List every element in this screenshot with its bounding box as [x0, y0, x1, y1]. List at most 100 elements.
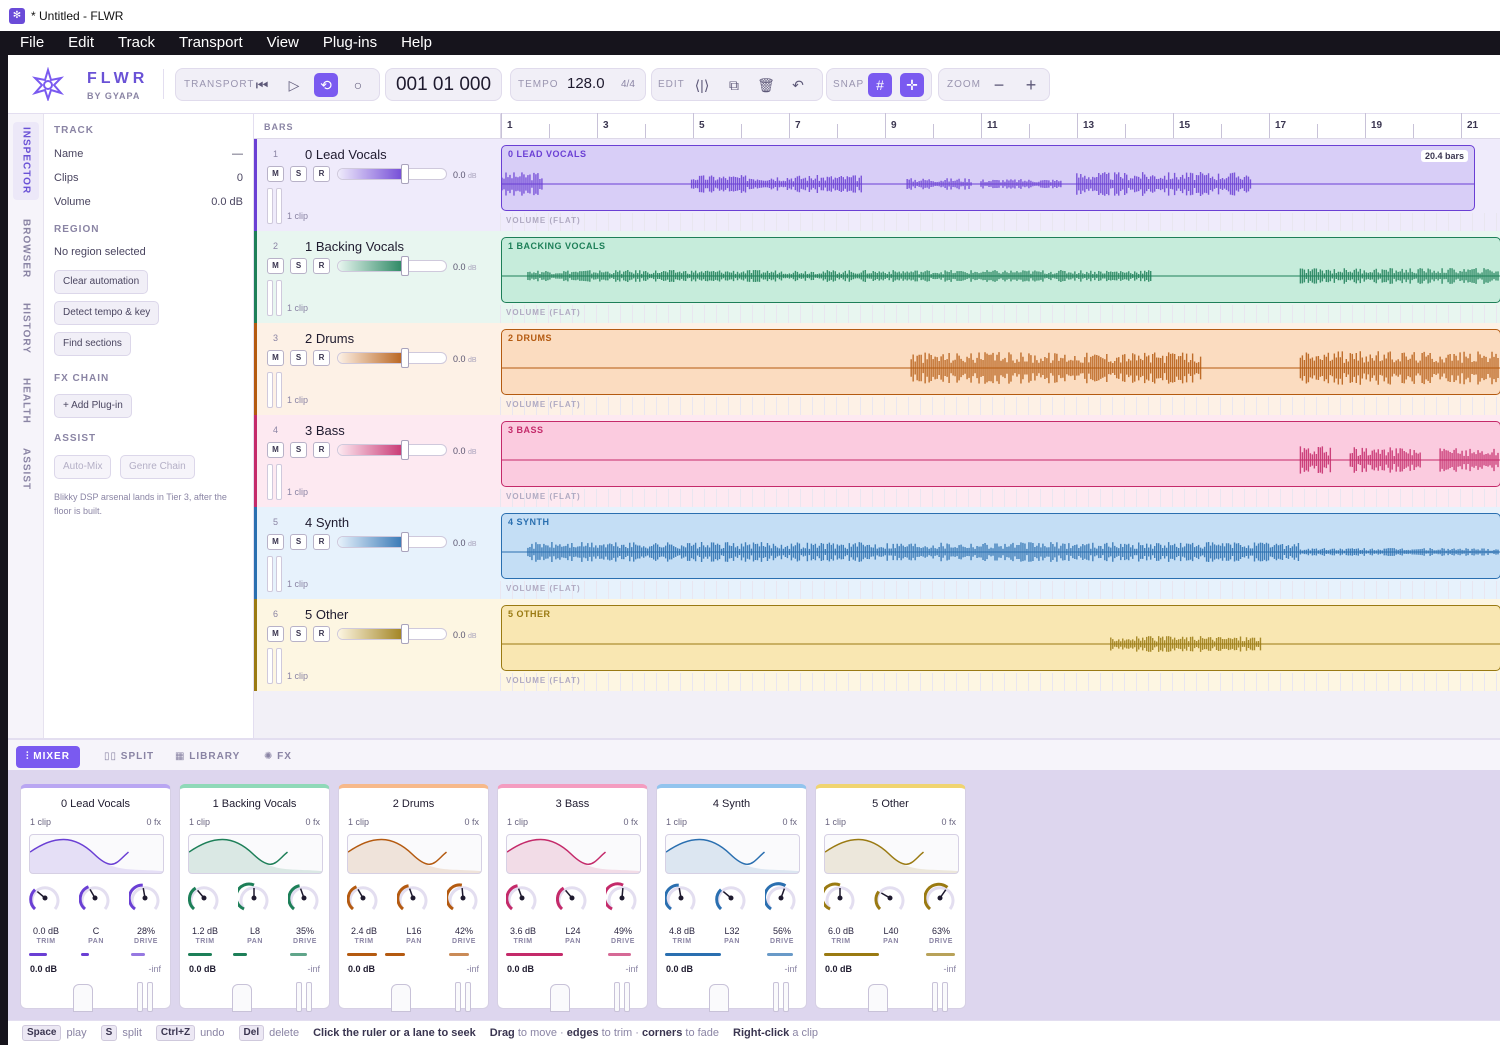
tab-browser[interactable]: BROWSER: [13, 214, 39, 284]
solo-button[interactable]: S: [290, 350, 307, 366]
play-icon[interactable]: ▷: [282, 73, 306, 97]
pan-knob[interactable]: [874, 882, 906, 916]
track-name[interactable]: 2 Drums: [305, 331, 354, 346]
audio-clip[interactable]: 0 LEAD VOCALS 20.4 bars: [501, 145, 1475, 211]
tab-inspector[interactable]: INSPECTOR: [13, 122, 39, 200]
volume-fader[interactable]: [337, 444, 447, 456]
tab-mixer[interactable]: ⫶ MIXER: [16, 746, 80, 768]
fader-handle[interactable]: [401, 624, 409, 644]
drive-knob[interactable]: [288, 882, 320, 916]
track-lane[interactable]: 2 DRUMS VOLUME (FLAT): [500, 323, 1500, 415]
solo-button[interactable]: S: [290, 534, 307, 550]
drive-knob[interactable]: [129, 882, 161, 916]
mute-button[interactable]: M: [267, 166, 284, 182]
automation-lane[interactable]: VOLUME (FLAT): [500, 581, 1500, 599]
track-header[interactable]: 3 2 Drums M S R 0.0 dB 1 clip: [254, 323, 500, 415]
automation-lane[interactable]: VOLUME (FLAT): [500, 305, 1500, 323]
drive-knob[interactable]: [606, 882, 638, 916]
grid-snap-icon[interactable]: #: [868, 73, 892, 97]
solo-button[interactable]: S: [290, 166, 307, 182]
track-header[interactable]: 2 1 Backing Vocals M S R 0.0 dB 1 clip: [254, 231, 500, 323]
record-arm-button[interactable]: R: [313, 350, 330, 366]
menu-track[interactable]: Track: [106, 31, 167, 55]
eq-curve[interactable]: [824, 834, 959, 874]
time-signature[interactable]: 4/4: [621, 79, 635, 90]
loop-icon[interactable]: ⟲: [314, 73, 338, 97]
track-header[interactable]: 1 0 Lead Vocals M S R 0.0 dB 1 clip: [254, 139, 500, 231]
strip-fader[interactable]: [868, 984, 888, 1012]
trim-knob[interactable]: [188, 882, 220, 916]
track-lane[interactable]: 0 LEAD VOCALS 20.4 bars VOLUME (FLAT): [500, 139, 1500, 231]
tempo-value[interactable]: 128.0: [567, 75, 605, 92]
fader-handle[interactable]: [401, 164, 409, 184]
trim-knob[interactable]: [29, 882, 61, 916]
menu-help[interactable]: Help: [389, 31, 444, 55]
drive-knob[interactable]: [447, 882, 479, 916]
volume-fader[interactable]: [337, 260, 447, 272]
fader-handle[interactable]: [401, 532, 409, 552]
tab-history[interactable]: HISTORY: [13, 296, 39, 360]
mute-button[interactable]: M: [267, 258, 284, 274]
trim-knob[interactable]: [665, 882, 697, 916]
menu-file[interactable]: File: [8, 31, 56, 55]
clear-automation-button[interactable]: Clear automation: [54, 270, 149, 294]
trash-icon[interactable]: 🗑: [754, 73, 778, 97]
eq-curve[interactable]: [347, 834, 482, 874]
volume-fader[interactable]: [337, 352, 447, 364]
undo-icon[interactable]: ↶: [786, 73, 810, 97]
fader-handle[interactable]: [401, 440, 409, 460]
menu-plugins[interactable]: Plug-ins: [311, 31, 389, 55]
strip-fader[interactable]: [709, 984, 729, 1012]
track-header[interactable]: 5 4 Synth M S R 0.0 dB 1 clip: [254, 507, 500, 599]
record-arm-button[interactable]: R: [313, 258, 330, 274]
track-name[interactable]: 5 Other: [305, 607, 348, 622]
automation-lane[interactable]: VOLUME (FLAT): [500, 213, 1500, 231]
record-arm-button[interactable]: R: [313, 166, 330, 182]
eq-curve[interactable]: [188, 834, 323, 874]
audio-clip[interactable]: 5 OTHER: [501, 605, 1500, 671]
record-arm-button[interactable]: R: [313, 534, 330, 550]
auto-mix-button[interactable]: Auto-Mix: [54, 455, 112, 479]
track-header[interactable]: 6 5 Other M S R 0.0 dB 1 clip: [254, 599, 500, 691]
duplicate-icon[interactable]: ⧉: [722, 73, 746, 97]
pan-knob[interactable]: [238, 882, 270, 916]
tab-library[interactable]: ▦ LIBRARY: [165, 746, 250, 768]
fader-handle[interactable]: [401, 348, 409, 368]
audio-clip[interactable]: 4 SYNTH: [501, 513, 1500, 579]
track-name[interactable]: 1 Backing Vocals: [305, 239, 404, 254]
genre-chain-button[interactable]: Genre Chain: [120, 455, 195, 479]
drive-knob[interactable]: [924, 882, 956, 916]
solo-button[interactable]: S: [290, 626, 307, 642]
trim-knob[interactable]: [506, 882, 538, 916]
menu-transport[interactable]: Transport: [167, 31, 255, 55]
track-name[interactable]: 3 Bass: [305, 423, 345, 438]
volume-fader[interactable]: [337, 628, 447, 640]
tab-split[interactable]: ▯▯ SPLIT: [94, 746, 164, 768]
track-name[interactable]: 0 Lead Vocals: [305, 147, 387, 162]
pan-knob[interactable]: [397, 882, 429, 916]
track-lane[interactable]: 3 BASS VOLUME (FLAT): [500, 415, 1500, 507]
strip-fader[interactable]: [232, 984, 252, 1012]
pan-knob[interactable]: [79, 882, 111, 916]
zoom-out-button[interactable]: −: [987, 73, 1011, 97]
eq-curve[interactable]: [506, 834, 641, 874]
audio-clip[interactable]: 1 BACKING VOCALS: [501, 237, 1500, 303]
strip-fader[interactable]: [73, 984, 93, 1012]
mute-button[interactable]: M: [267, 442, 284, 458]
audio-clip[interactable]: 3 BASS: [501, 421, 1500, 487]
automation-lane[interactable]: VOLUME (FLAT): [500, 397, 1500, 415]
mute-button[interactable]: M: [267, 626, 284, 642]
fader-handle[interactable]: [401, 256, 409, 276]
automation-lane[interactable]: VOLUME (FLAT): [500, 673, 1500, 691]
solo-button[interactable]: S: [290, 442, 307, 458]
zoom-in-button[interactable]: +: [1019, 73, 1043, 97]
timeline-ruler[interactable]: 1 3 5 7 9 11 13 15 17 19 21: [500, 113, 1500, 139]
menu-edit[interactable]: Edit: [56, 31, 106, 55]
trim-knob[interactable]: [824, 882, 856, 916]
tab-assist[interactable]: ASSIST: [13, 442, 39, 496]
mute-button[interactable]: M: [267, 534, 284, 550]
volume-fader[interactable]: [337, 168, 447, 180]
record-arm-button[interactable]: R: [313, 442, 330, 458]
volume-fader[interactable]: [337, 536, 447, 548]
track-lane[interactable]: 5 OTHER VOLUME (FLAT): [500, 599, 1500, 691]
